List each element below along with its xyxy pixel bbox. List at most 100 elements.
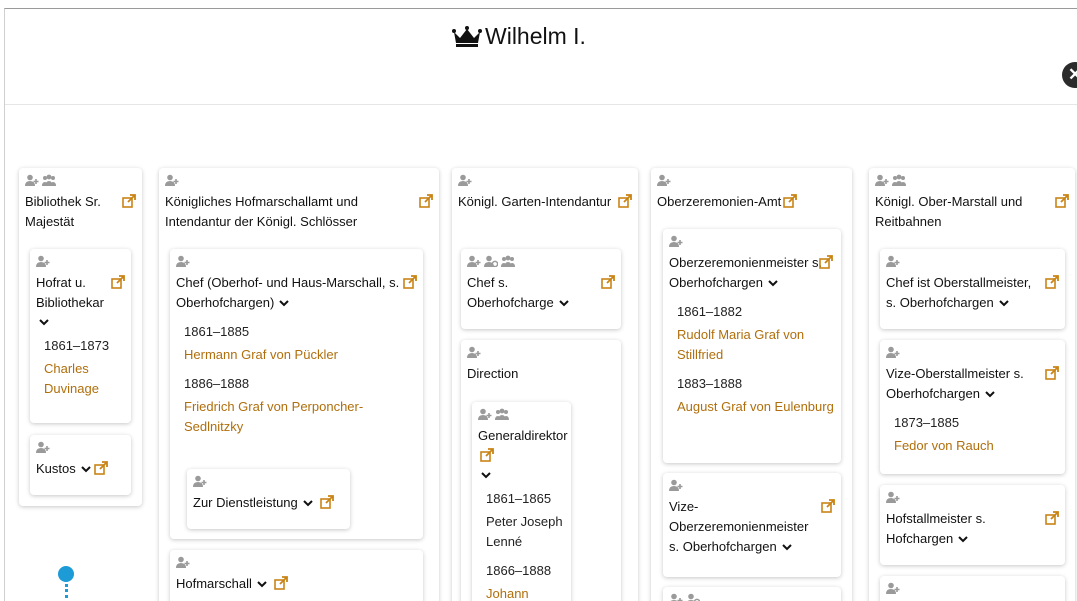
card-icons xyxy=(669,593,835,601)
person-settings-icon[interactable] xyxy=(484,255,498,267)
card-bibliothek[interactable]: Bibliothek Sr. Majestät Hofrat u. Biblio… xyxy=(19,168,142,506)
card-dienstleistung[interactable]: Zur Dienstleistung xyxy=(187,469,350,529)
external-link-icon[interactable] xyxy=(403,275,417,289)
person-link[interactable]: August Graf von Eulenburg xyxy=(677,397,835,417)
add-person-icon[interactable] xyxy=(669,235,683,247)
person-link[interactable]: Charles Duvinage xyxy=(44,359,125,399)
external-link-icon[interactable] xyxy=(1055,194,1069,208)
timeline-dot[interactable] xyxy=(58,566,74,582)
card-hofrat[interactable]: Hofrat u. Bibliothekar 1861–1873 Charles… xyxy=(30,249,131,423)
card-direction[interactable]: Direction Generaldirektor 1861–1865 Pete… xyxy=(461,340,621,601)
card-title: Direction xyxy=(467,364,615,384)
card-icons xyxy=(886,491,1059,505)
chevron-down-icon[interactable] xyxy=(781,541,793,553)
card-oberzeremonien-amt[interactable]: Oberzeremonien-Amt Oberzeremonienmeister… xyxy=(651,168,852,601)
external-link-icon[interactable] xyxy=(273,576,288,590)
external-link-icon[interactable] xyxy=(111,275,125,289)
add-person-icon[interactable] xyxy=(669,593,683,601)
add-person-icon[interactable] xyxy=(886,491,900,503)
external-link-icon[interactable] xyxy=(1045,511,1059,525)
add-person-icon[interactable] xyxy=(886,255,900,267)
card-garten-intendantur[interactable]: Königl. Garten-Intendantur Chef s. Oberh… xyxy=(452,168,638,601)
add-person-icon[interactable] xyxy=(458,174,472,186)
group-icon[interactable] xyxy=(42,174,56,186)
person-link[interactable]: Friedrich Graf von Perponcher-Sedlnitzky xyxy=(184,397,417,437)
external-link-icon[interactable] xyxy=(122,194,136,208)
chevron-down-icon[interactable] xyxy=(256,578,268,590)
external-link-icon[interactable] xyxy=(480,448,494,462)
add-person-icon[interactable] xyxy=(886,346,900,358)
card-marstall-chef[interactable]: Chef ist Oberstallmeister, s. Oberhofcha… xyxy=(880,249,1065,329)
card-title: Hofrat u. Bibliothekar xyxy=(36,273,125,313)
group-icon[interactable] xyxy=(495,408,509,420)
person-settings-icon[interactable] xyxy=(686,593,700,601)
card-title-text: Königliches Hofmarschallamt und Intendan… xyxy=(165,194,358,229)
card-marstall-more[interactable] xyxy=(880,576,1065,601)
add-person-icon[interactable] xyxy=(36,255,50,267)
period: 1883–1888 xyxy=(677,376,743,391)
add-person-icon[interactable] xyxy=(657,174,671,186)
external-link-icon[interactable] xyxy=(1045,275,1059,289)
card-hofmarschall[interactable]: Hofmarschall xyxy=(170,550,423,601)
period: 1861–1882 xyxy=(677,304,743,319)
card-title: Chef (Oberhof- und Haus-Marschall, s. Ob… xyxy=(176,273,417,313)
person-link[interactable]: Fedor von Rauch xyxy=(894,436,1059,456)
external-link-icon[interactable] xyxy=(93,461,108,475)
close-button[interactable]: ✕ xyxy=(1062,62,1077,88)
add-person-icon[interactable] xyxy=(886,582,900,594)
chevron-down-icon[interactable] xyxy=(984,388,996,400)
card-kustos[interactable]: Kustos xyxy=(30,435,131,495)
card-vize-oberstallmeister[interactable]: Vize-Oberstallmeister s. Oberhofchargen … xyxy=(880,340,1065,474)
add-person-icon[interactable] xyxy=(193,475,207,487)
card-icons xyxy=(36,255,125,269)
card-oberzeremonienmeister[interactable]: Oberzeremonienmeister s. Oberhofchargen … xyxy=(663,229,841,463)
person-name: Peter Joseph Lenné xyxy=(486,514,563,549)
add-person-icon[interactable] xyxy=(176,255,190,267)
external-link-icon[interactable] xyxy=(319,495,334,509)
add-person-icon[interactable] xyxy=(467,255,481,267)
card-title: Königliches Hofmarschallamt und Intendan… xyxy=(165,192,433,232)
external-link-icon[interactable] xyxy=(419,194,433,208)
chevron-down-icon[interactable] xyxy=(38,315,50,327)
chevron-down-icon[interactable] xyxy=(767,277,779,289)
add-person-icon[interactable] xyxy=(478,408,492,420)
card-chef-hofmarschall[interactable]: Chef (Oberhof- und Haus-Marschall, s. Ob… xyxy=(170,249,423,539)
group-icon[interactable] xyxy=(501,255,515,267)
chevron-down-icon[interactable] xyxy=(302,497,314,509)
add-person-icon[interactable] xyxy=(36,441,50,453)
card-title: Bibliothek Sr. Majestät xyxy=(25,192,136,232)
external-link-icon[interactable] xyxy=(618,194,632,208)
card-title: Oberzeremonienmeister s. Oberhofchargen xyxy=(669,253,835,293)
chevron-down-icon[interactable] xyxy=(278,297,290,309)
external-link-icon[interactable] xyxy=(821,499,835,513)
chevron-down-icon[interactable] xyxy=(957,533,969,545)
card-zeremonien-more[interactable] xyxy=(663,587,841,601)
add-person-icon[interactable] xyxy=(25,174,39,186)
chevron-down-icon[interactable] xyxy=(80,463,92,475)
card-ober-marstall[interactable]: Königl. Ober-Marstall und Reitbahnen Che… xyxy=(869,168,1075,601)
card-generaldirektor[interactable]: Generaldirektor 1861–1865 Peter Joseph L… xyxy=(472,402,571,601)
add-person-icon[interactable] xyxy=(875,174,889,186)
add-person-icon[interactable] xyxy=(165,174,179,186)
card-vize-oberzeremonienmeister[interactable]: Vize-Oberzeremonienmeister s. Oberhofcha… xyxy=(663,473,841,577)
chart-frame: Wilhelm I. ✕ Bibliothek Sr. Majestät Hof… xyxy=(4,8,1077,601)
card-icons xyxy=(176,255,417,269)
chevron-down-icon[interactable] xyxy=(998,297,1010,309)
chevron-down-icon[interactable] xyxy=(558,297,570,309)
person-link[interactable]: Hermann Graf von Pückler xyxy=(184,345,417,365)
person-link[interactable]: Johann xyxy=(486,584,565,601)
card-hofmarschallamt[interactable]: Königliches Hofmarschallamt und Intendan… xyxy=(159,168,439,601)
card-hofstallmeister[interactable]: Hofstallmeister s. Hofchargen xyxy=(880,485,1065,565)
chevron-down-icon[interactable] xyxy=(480,468,492,480)
card-title-text: Königl. Ober-Marstall und Reitbahnen xyxy=(875,194,1023,229)
add-person-icon[interactable] xyxy=(467,346,481,358)
external-link-icon[interactable] xyxy=(1045,366,1059,380)
external-link-icon[interactable] xyxy=(783,194,798,208)
add-person-icon[interactable] xyxy=(669,479,683,491)
person-link[interactable]: Rudolf Maria Graf von Stillfried xyxy=(677,325,835,365)
card-garten-chef[interactable]: Chef s. Oberhofcharge xyxy=(461,249,621,329)
external-link-icon[interactable] xyxy=(601,275,615,289)
group-icon[interactable] xyxy=(892,174,906,186)
add-person-icon[interactable] xyxy=(176,556,190,568)
external-link-icon[interactable] xyxy=(819,255,833,269)
